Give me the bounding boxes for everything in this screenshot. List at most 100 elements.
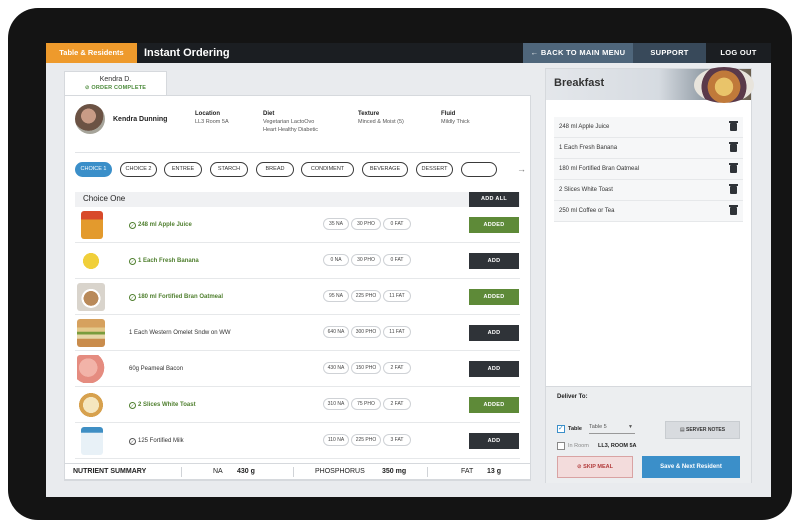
add-button[interactable]: ADD [469, 253, 519, 269]
na-chip: 95 NA [323, 290, 349, 302]
table-select[interactable]: Table 5 ▼ [589, 424, 635, 434]
breakfast-bowl-image [694, 67, 754, 103]
trash-icon[interactable] [729, 142, 738, 152]
divider [427, 467, 428, 477]
fat-label: FAT [461, 468, 474, 475]
section-header: Choice One ADD ALL [75, 192, 520, 207]
tab-beverage[interactable]: BEVERAGE [362, 162, 408, 177]
tab-more[interactable] [461, 162, 497, 177]
tablet-frame: Table & Residents Instant Ordering ← BAC… [8, 8, 792, 520]
added-button[interactable]: ADDED [469, 217, 519, 233]
skip-meal-label: SKIP MEAL [583, 464, 613, 470]
meal-title: Breakfast [554, 77, 605, 89]
tab-dessert[interactable]: DESSERT [416, 162, 453, 177]
tab-choice-1[interactable]: CHOICE 1 [75, 162, 112, 177]
table-checkbox[interactable] [557, 424, 565, 433]
add-button[interactable]: ADD [469, 361, 519, 377]
tab-table-residents[interactable]: Table & Residents [46, 43, 137, 63]
na-chip: 640 NA [323, 326, 349, 338]
pho-chip: 225 PHO [351, 434, 381, 446]
resident-tab-name: Kendra D. [99, 76, 132, 83]
tab-condiment[interactable]: CONDIMENT [301, 162, 354, 177]
add-button[interactable]: ADD [469, 433, 519, 449]
oatmeal-image [77, 283, 105, 311]
divider [75, 152, 520, 153]
item-name: ✓ 125 Fortified Milk [129, 438, 184, 445]
trash-icon[interactable] [729, 121, 738, 131]
list-item: 250 ml Coffee or Tea [554, 201, 743, 222]
menu-item-row: ✓ 1 Each Fresh Banana 0 NA 30 PHO 0 FAT A… [75, 244, 520, 279]
trash-icon[interactable] [729, 205, 738, 215]
add-button[interactable]: ADD [469, 325, 519, 341]
na-chip: 110 NA [323, 434, 349, 446]
pho-chip: 150 PHO [351, 362, 381, 374]
table-label: Table [568, 426, 582, 432]
diet-value-2: Heart Healthy Diabetic [263, 127, 319, 133]
item-name: 1 Each Western Omelet Sndw on WW [129, 330, 231, 336]
item-name: ✓ 248 ml Apple Juice [129, 222, 192, 229]
pho-chip: 225 PHO [351, 290, 381, 302]
skip-meal-button[interactable]: ⊘ SKIP MEAL [557, 456, 633, 478]
check-icon: ✓ [129, 258, 136, 265]
in-room-checkbox[interactable] [557, 442, 565, 450]
deliver-title: Deliver To: [557, 394, 588, 400]
nutrient-summary: NUTRIENT SUMMARY NA 430 g PHOSPHORUS 350… [64, 463, 531, 480]
na-chip: 310 NA [323, 398, 349, 410]
app-screen: Table & Residents Instant Ordering ← BAC… [46, 43, 771, 497]
fat-chip: 11 FAT [383, 290, 411, 302]
logout-button[interactable]: LOG OUT [706, 43, 771, 63]
list-item: 1 Each Fresh Banana [554, 138, 743, 159]
back-to-main-menu-button[interactable]: ← BACK TO MAIN MENU [523, 43, 633, 63]
phosphorus-value: 350 mg [382, 468, 407, 475]
item-label: 248 ml Apple Juice [138, 222, 192, 228]
check-icon: ✓ [129, 294, 136, 301]
table-select-value: Table 5 [589, 424, 607, 430]
pho-chip: 75 PHO [351, 398, 381, 410]
check-icon: ✓ [129, 438, 136, 445]
check-icon: ✓ [129, 402, 136, 409]
fluid-info: Fluid Mildly Thick [441, 110, 470, 126]
support-button[interactable]: SUPPORT [633, 43, 706, 63]
banana-image [77, 247, 105, 275]
server-notes-button[interactable]: ▤ SERVER NOTES [665, 421, 740, 439]
diet-info: Diet Vegetarian LactoOvo Heart Healthy D… [263, 110, 318, 134]
na-value: 430 g [237, 468, 255, 475]
trash-icon[interactable] [729, 163, 738, 173]
texture-label: Texture [358, 111, 380, 117]
item-label: 125 Fortified Milk [138, 438, 184, 444]
fat-chip: 2 FAT [383, 398, 411, 410]
tab-choice-2[interactable]: CHOICE 2 [120, 162, 157, 177]
resident-tab[interactable]: Kendra D. ⊘ ORDER COMPLETE [64, 71, 167, 95]
in-room-label: In Room [568, 443, 589, 449]
fluid-label: Fluid [441, 111, 456, 117]
added-button[interactable]: ADDED [469, 289, 519, 305]
resident-name: Kendra Dunning [113, 116, 168, 123]
tab-bread[interactable]: BREAD [256, 162, 294, 177]
trash-icon[interactable] [729, 184, 738, 194]
list-item: 2 Slices White Toast [554, 180, 743, 201]
menu-item-row: ✓ 2 Slices White Toast 310 NA 75 PHO 2 FA… [75, 388, 520, 423]
fat-chip: 0 FAT [383, 218, 411, 230]
menu-item-row: ✓ 180 ml Fortified Bran Oatmeal 95 NA 225… [75, 280, 520, 315]
location-value: LL3 Room 5A [195, 119, 229, 125]
divider [181, 467, 182, 477]
arrow-right-icon[interactable]: → [517, 164, 526, 174]
order-status-label: ORDER COMPLETE [91, 85, 147, 91]
arrow-left-icon: ← [530, 48, 541, 57]
added-button[interactable]: ADDED [469, 397, 519, 413]
fat-chip: 2 FAT [383, 362, 411, 374]
meal-panel: Breakfast 248 ml Apple Juice 1 Each Fres… [545, 67, 754, 483]
location-label: Location [195, 111, 220, 117]
ordering-card: Kendra Dunning Location LL3 Room 5A Diet… [64, 95, 531, 481]
avatar [75, 104, 105, 134]
fat-value: 13 g [487, 468, 502, 475]
list-item-label: 250 ml Coffee or Tea [559, 208, 615, 214]
list-item: 248 ml Apple Juice [554, 117, 743, 138]
tab-starch[interactable]: STARCH [210, 162, 248, 177]
save-next-resident-button[interactable]: Save & Next Resident [642, 456, 740, 478]
peameal-bacon-image [77, 355, 105, 383]
na-chip: 35 NA [323, 218, 349, 230]
tab-entree[interactable]: ENTREE [164, 162, 202, 177]
add-all-button[interactable]: ADD ALL [469, 192, 519, 207]
back-label: BACK TO MAIN MENU [540, 48, 626, 57]
